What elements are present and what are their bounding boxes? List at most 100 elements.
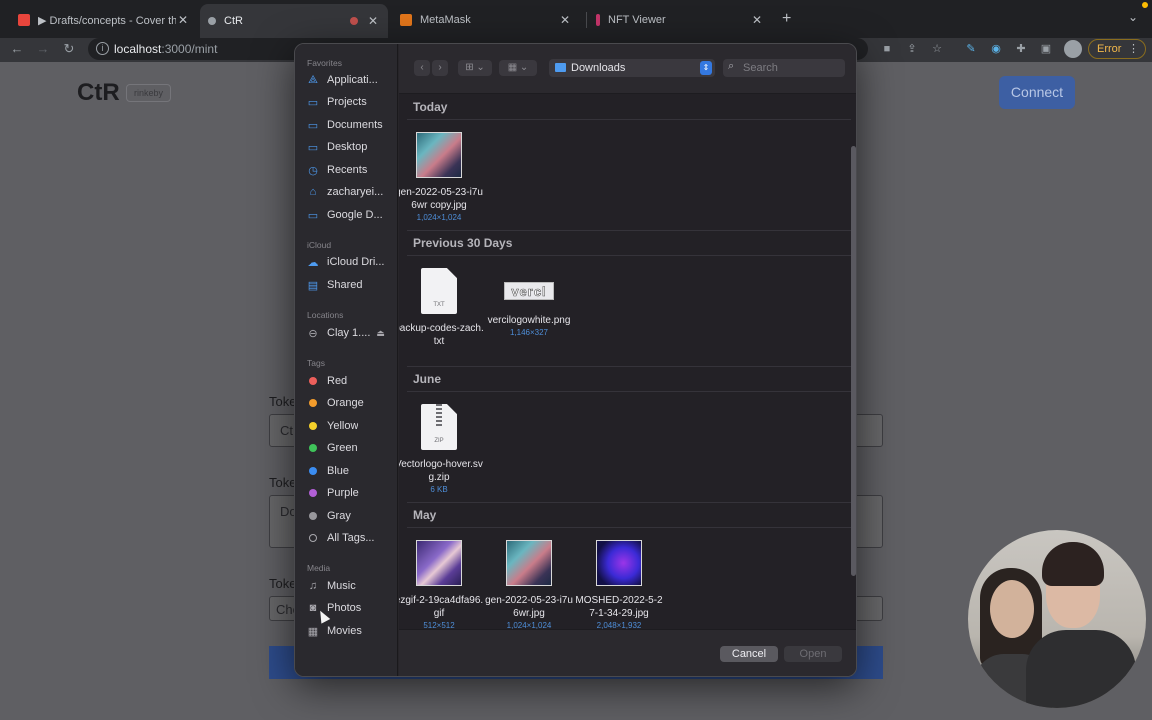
scrollbar-thumb[interactable] bbox=[851, 146, 856, 576]
file-item[interactable]: ZIP Vectorlogo-hover.svg.zip 6 KB bbox=[399, 404, 485, 494]
tab-figma-drafts[interactable]: ▶ Drafts/concepts - Cover the ✕ bbox=[10, 6, 198, 34]
sidebar-tag-blue[interactable]: Blue bbox=[305, 462, 391, 480]
sidebar-item-shared[interactable]: ▤ Shared bbox=[305, 276, 391, 294]
sidebar-item-home[interactable]: ⌂ zacharyei... bbox=[305, 183, 391, 201]
image-thumbnail bbox=[416, 132, 462, 178]
back-icon[interactable]: ‹ bbox=[414, 60, 430, 76]
recording-indicator bbox=[1142, 2, 1148, 8]
clock-icon: ◷ bbox=[308, 164, 318, 177]
forward-icon[interactable]: › bbox=[432, 60, 448, 76]
shared-folder-icon: ▤ bbox=[307, 279, 319, 292]
icloud-heading: iCloud bbox=[307, 240, 332, 250]
drive-icon: ⊖ bbox=[308, 327, 318, 340]
divider bbox=[407, 255, 851, 256]
image-thumbnail bbox=[416, 540, 462, 586]
cancel-button[interactable]: Cancel bbox=[720, 646, 778, 662]
home-icon: ⌂ bbox=[309, 186, 317, 198]
back-icon[interactable]: ← bbox=[8, 40, 26, 58]
sidebar-all-tags[interactable]: All Tags... bbox=[305, 529, 391, 547]
share-icon[interactable]: ⇪ bbox=[905, 42, 919, 56]
sidebar-item-desktop[interactable]: ▭ Desktop bbox=[305, 138, 391, 156]
tab-nft-viewer[interactable]: NFT Viewer ✕ bbox=[588, 6, 772, 34]
sidebar-item-recents[interactable]: ◷ Recents bbox=[305, 161, 391, 179]
sidebar-tag-green[interactable]: Green bbox=[305, 439, 391, 457]
close-icon[interactable]: ✕ bbox=[750, 13, 764, 27]
file-meta: 1,146×327 bbox=[509, 328, 549, 337]
image-thumbnail bbox=[596, 540, 642, 586]
file-name: gen-2022-05-23-i7u6wr copy.jpg bbox=[399, 187, 483, 211]
sidebar-item-movies[interactable]: ▦ Movies bbox=[305, 622, 391, 640]
file-item[interactable]: gen-2022-05-23-i7u6wr copy.jpg 1,024×1,0… bbox=[399, 132, 485, 222]
close-icon[interactable]: ✕ bbox=[558, 13, 572, 27]
tab-metamask[interactable]: MetaMask ✕ bbox=[392, 6, 580, 34]
reload-icon[interactable]: ↻ bbox=[60, 40, 78, 58]
sidebar-item-google-drive[interactable]: ▭ Google D... bbox=[305, 206, 391, 224]
sidebar-tag-purple[interactable]: Purple bbox=[305, 484, 391, 502]
search-input[interactable] bbox=[743, 61, 839, 75]
puzzle-icon[interactable]: ✚ bbox=[1014, 42, 1028, 56]
error-badge[interactable]: Error ⋮ bbox=[1088, 39, 1146, 59]
eject-icon[interactable]: ⏏ bbox=[376, 328, 385, 339]
file-item[interactable]: MOSHED-2022-5-27-1-34-29.jpg 2,048×1,932 bbox=[573, 540, 665, 629]
file-browser: Today gen-2022-05-23-i7u6wr copy.jpg 1,0… bbox=[399, 94, 856, 629]
text-file-icon: TXT bbox=[421, 268, 457, 314]
sidebar-toggle-icon[interactable]: ▣ bbox=[1039, 42, 1053, 56]
search-field[interactable]: ⌕ bbox=[723, 59, 845, 77]
connect-button[interactable]: Connect bbox=[999, 76, 1075, 109]
file-name: MOSHED-2022-5-27-1-34-29.jpg bbox=[575, 595, 663, 619]
sidebar-item-projects[interactable]: ▭ Projects bbox=[305, 93, 391, 111]
extension-eyedropper-icon[interactable]: ✎ bbox=[964, 42, 978, 56]
forward-icon[interactable]: → bbox=[34, 40, 52, 58]
folder-icon bbox=[555, 63, 566, 72]
group-heading-may: May bbox=[413, 508, 437, 522]
file-open-dialog: Favorites ⟁ Applicati... ▭ Projects ▭ Docum… bbox=[294, 43, 857, 677]
sidebar-item-drive[interactable]: ⊖ Clay 1.... ⏏ bbox=[305, 324, 391, 342]
file-item[interactable]: TXT backup-codes-zach.txt bbox=[399, 268, 485, 348]
group-by-icon[interactable]: ▦ ⌄ bbox=[499, 60, 537, 76]
file-meta: 512×512 bbox=[423, 621, 455, 629]
dialog-sidebar: Favorites ⟁ Applicati... ▭ Projects ▭ Docum… bbox=[295, 44, 398, 676]
sidebar-item-icloud-drive[interactable]: ☁ iCloud Dri... bbox=[305, 253, 391, 271]
file-item[interactable]: vercl vercilogowhite.png 1,146×327 bbox=[483, 268, 575, 337]
tag-dot bbox=[309, 422, 317, 430]
bookmark-star-icon[interactable]: ☆ bbox=[930, 42, 944, 56]
close-icon[interactable]: ✕ bbox=[366, 14, 380, 28]
group-heading-today: Today bbox=[413, 100, 448, 114]
close-icon[interactable]: ✕ bbox=[176, 13, 190, 27]
extension-icon[interactable]: ◉ bbox=[989, 42, 1003, 56]
file-name: vercilogowhite.png bbox=[487, 315, 571, 326]
folder-icon: ▭ bbox=[307, 119, 319, 132]
location-popup[interactable]: Downloads ⇕ bbox=[549, 59, 715, 77]
file-item[interactable]: gen-2022-05-23-i7u6wr.jpg 1,024×1,024 bbox=[483, 540, 575, 629]
profile-avatar[interactable] bbox=[1064, 40, 1082, 58]
open-button[interactable]: Open bbox=[784, 646, 842, 662]
info-icon[interactable]: i bbox=[96, 42, 109, 55]
image-thumbnail: vercl bbox=[504, 282, 554, 300]
file-name: Vectorlogo-hover.svg.zip bbox=[399, 459, 483, 483]
tab-ctr[interactable]: CtR ✕ bbox=[200, 4, 388, 38]
url-text[interactable]: localhost:3000/mint bbox=[114, 42, 217, 56]
divider bbox=[407, 502, 851, 503]
sidebar-tag-yellow[interactable]: Yellow bbox=[305, 417, 391, 435]
sidebar-tag-orange[interactable]: Orange bbox=[305, 394, 391, 412]
file-item[interactable]: ezgif-2-19ca4dfa96.gif 512×512 bbox=[399, 540, 485, 629]
more-icon[interactable]: ⋮ bbox=[1128, 40, 1139, 58]
figma-icon bbox=[18, 14, 30, 26]
favorites-heading: Favorites bbox=[307, 58, 342, 68]
webcam-overlay bbox=[968, 530, 1146, 708]
folder-icon: ▭ bbox=[307, 96, 319, 109]
file-meta: 2,048×1,932 bbox=[596, 621, 642, 629]
sidebar-item-applications[interactable]: ⟁ Applicati... bbox=[305, 71, 391, 89]
sidebar-item-documents[interactable]: ▭ Documents bbox=[305, 116, 391, 134]
new-tab-icon[interactable]: + bbox=[782, 10, 791, 28]
tag-dot bbox=[309, 377, 317, 385]
chevron-down-icon[interactable]: ⌄ bbox=[1128, 10, 1138, 24]
view-mode-icon[interactable]: ⊞ ⌄ bbox=[458, 60, 492, 76]
site-brand: CtR bbox=[77, 79, 120, 106]
sidebar-tag-gray[interactable]: Gray bbox=[305, 507, 391, 525]
dialog-toolbar: ‹ › ⊞ ⌄ ▦ ⌄ Downloads ⇕ ⌕ bbox=[399, 44, 856, 94]
camera-icon[interactable]: ■ bbox=[880, 42, 894, 56]
sidebar-tag-red[interactable]: Red bbox=[305, 372, 391, 390]
sidebar-item-music[interactable]: ♫ Music bbox=[305, 577, 391, 595]
location-label: Downloads bbox=[571, 62, 626, 74]
